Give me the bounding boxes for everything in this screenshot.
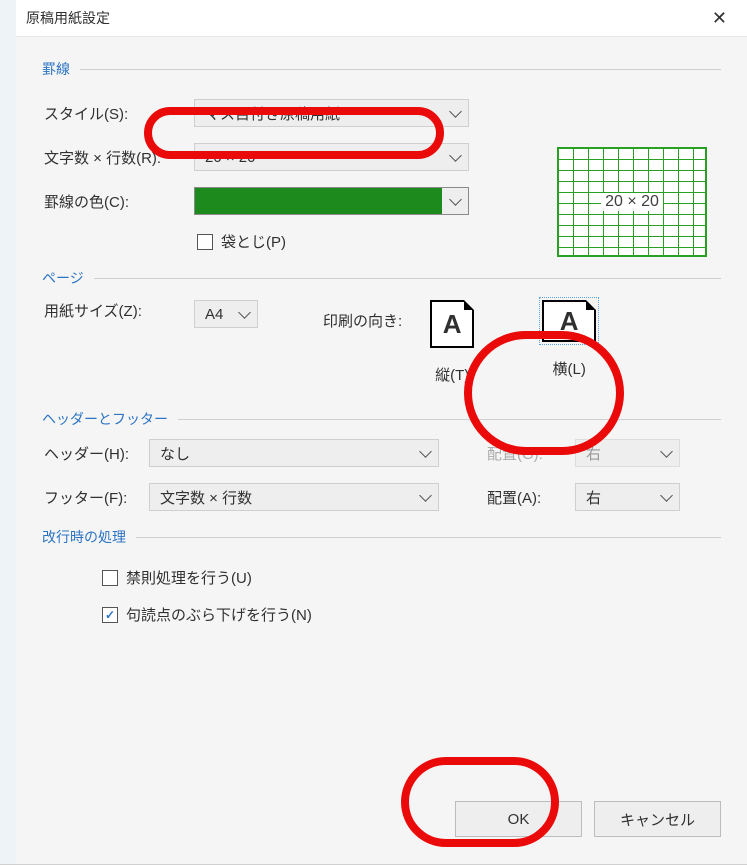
cancel-button[interactable]: キャンセル [594, 801, 721, 837]
dropdown-paper-size-value: A4 [205, 306, 223, 323]
label-chars-rows: 文字数 × 行数(R): [42, 147, 194, 168]
label-header: ヘッダー(H): [42, 443, 149, 464]
dropdown-footer[interactable]: 文字数 × 行数 [149, 483, 439, 511]
checkbox-row-kinsoku: 禁則処理を行う(U) [102, 567, 721, 588]
color-swatch-fill [195, 188, 442, 214]
row-style: スタイル(S): マス目付き原稿用紙 [42, 99, 721, 127]
chevron-down-icon [660, 445, 673, 458]
divider [80, 69, 721, 70]
checkbox-fold[interactable] [197, 234, 213, 250]
grid-preview-text: 20 × 20 [601, 193, 663, 211]
dropdown-chars-rows[interactable]: 20 × 20 [194, 143, 469, 171]
orientation-landscape[interactable]: A 横(L) [542, 300, 596, 379]
divider [136, 537, 721, 538]
label-style: スタイル(S): [42, 103, 194, 124]
dropdown-footer-align-value: 右 [586, 487, 601, 508]
dialog-title: 原稿用紙設定 [26, 8, 110, 28]
chevron-down-icon [419, 445, 432, 458]
row-footer: フッター(F): 文字数 × 行数 配置(A): 右 [42, 483, 721, 511]
label-footer-align: 配置(A): [487, 487, 575, 508]
orientation-landscape-label: 横(L) [553, 358, 586, 379]
group-label-linebreak: 改行時の処理 [42, 527, 721, 547]
dogear-icon [586, 300, 596, 310]
group-label-page: ページ [42, 268, 721, 288]
group-label-header-footer: ヘッダーとフッター [42, 409, 721, 429]
dropdown-header-align-value: 右 [586, 443, 601, 464]
label-header-align: 配置(G): [487, 443, 575, 464]
orientation-A-glyph: A [560, 306, 579, 337]
label-paper-size: 用紙サイズ(Z): [42, 300, 194, 321]
checkbox-kinsoku[interactable] [102, 570, 118, 586]
label-kinsoku: 禁則処理を行う(U) [126, 567, 252, 588]
row-page: 用紙サイズ(Z): A4 印刷の向き: A 縦(T) A 横(L) [42, 300, 721, 385]
chevron-down-icon [660, 489, 673, 502]
genkouyoushi-settings-dialog: 原稿用紙設定 ✕ 罫線 スタイル(S): マス目付き原稿用紙 文字数 × 行数(… [16, 0, 747, 864]
group-label-page-text: ページ [42, 268, 84, 288]
divider [94, 278, 721, 279]
dropdown-line-color[interactable] [194, 187, 469, 215]
label-hang: 句読点のぶら下げを行う(N) [126, 604, 312, 625]
label-orientation: 印刷の向き: [323, 300, 402, 331]
app-sidebar [0, 0, 16, 864]
orientation-A-glyph: A [443, 309, 462, 340]
dropdown-style[interactable]: マス目付き原稿用紙 [194, 99, 469, 127]
dropdown-header-align: 右 [575, 439, 680, 467]
chevron-down-icon [419, 489, 432, 502]
chevron-down-icon [238, 306, 251, 319]
group-label-gridlines-text: 罫線 [42, 59, 70, 79]
group-label-gridlines: 罫線 [42, 59, 721, 79]
orientation-landscape-icon: A [542, 300, 596, 342]
dropdown-style-value: マス目付き原稿用紙 [205, 103, 340, 124]
title-bar: 原稿用紙設定 ✕ [16, 0, 747, 37]
dogear-icon [464, 300, 474, 310]
ok-button[interactable]: OK [455, 801, 582, 837]
dropdown-paper-size[interactable]: A4 [194, 300, 258, 328]
dropdown-header-value: なし [160, 443, 190, 464]
color-swatch-arrow-box [442, 188, 468, 214]
group-label-linebreak-text: 改行時の処理 [42, 527, 126, 547]
orientation-portrait-icon: A [430, 300, 474, 348]
chevron-down-icon [449, 193, 462, 206]
chevron-down-icon [449, 105, 462, 118]
dropdown-footer-align[interactable]: 右 [575, 483, 680, 511]
dropdown-chars-rows-value: 20 × 20 [205, 149, 255, 166]
grid-preview: 20 × 20 [557, 147, 707, 257]
row-header: ヘッダー(H): なし 配置(G): 右 [42, 439, 721, 467]
label-line-color: 罫線の色(C): [42, 191, 194, 212]
dialog-body: 罫線 スタイル(S): マス目付き原稿用紙 文字数 × 行数(R): 20 × … [16, 37, 747, 865]
label-fold: 袋とじ(P) [221, 231, 286, 252]
orientation-portrait-label: 縦(T) [435, 364, 469, 385]
orientation-portrait[interactable]: A 縦(T) [430, 300, 474, 385]
dropdown-header[interactable]: なし [149, 439, 439, 467]
label-footer: フッター(F): [42, 487, 149, 508]
group-label-header-footer-text: ヘッダーとフッター [42, 409, 168, 429]
checkbox-hang[interactable] [102, 607, 118, 623]
checkbox-row-hang: 句読点のぶら下げを行う(N) [102, 604, 721, 625]
close-icon[interactable]: ✕ [706, 7, 733, 29]
dropdown-footer-value: 文字数 × 行数 [160, 487, 252, 508]
button-row: OK キャンセル [455, 801, 721, 837]
chevron-down-icon [449, 149, 462, 162]
divider [178, 419, 721, 420]
